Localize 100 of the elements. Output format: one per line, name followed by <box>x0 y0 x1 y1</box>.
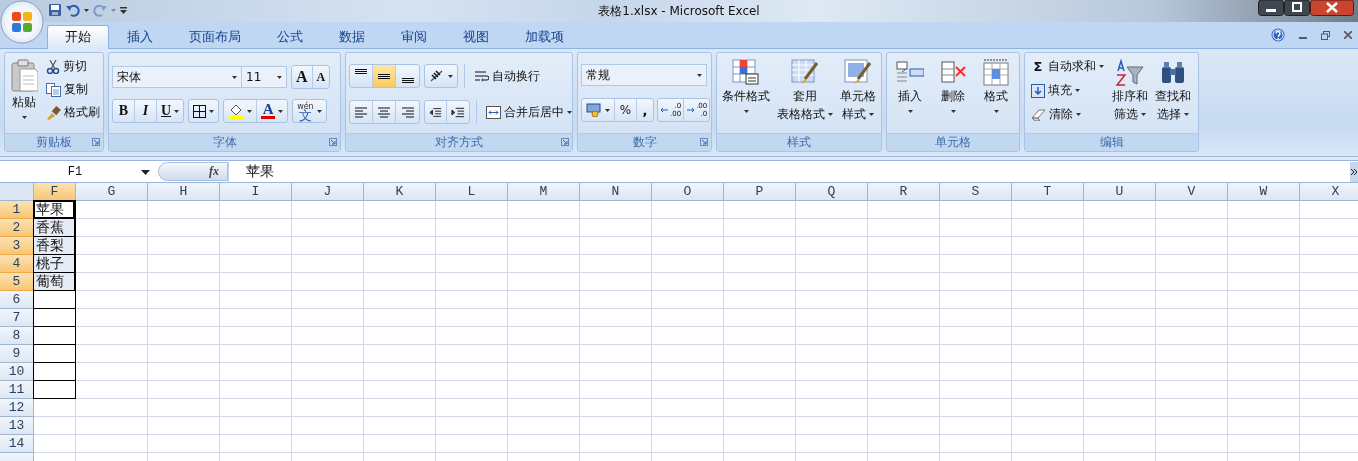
help-icon[interactable] <box>1271 28 1285 42</box>
italic-button[interactable]: I <box>135 100 157 122</box>
row-header[interactable]: 8 <box>0 327 34 345</box>
find-select-button[interactable]: 查找和 选择 <box>1153 56 1193 133</box>
column-header[interactable]: V <box>1156 183 1228 201</box>
cell-styles-button[interactable]: 单元格 样式 <box>838 56 878 133</box>
row-header[interactable]: 4 <box>0 255 34 273</box>
name-box[interactable]: F1 <box>0 161 150 182</box>
sort-filter-button[interactable]: 排序和 筛选 <box>1110 56 1150 133</box>
row-header[interactable]: 6 <box>0 291 34 309</box>
dialog-launcher-icon[interactable] <box>92 138 100 146</box>
format-button[interactable]: 格式 <box>976 56 1016 133</box>
ribbon-tab[interactable]: 插入 <box>109 25 171 48</box>
caret-icon[interactable] <box>743 110 749 113</box>
caret-icon[interactable] <box>828 113 833 116</box>
column-header[interactable]: F <box>34 183 76 201</box>
font-size-field[interactable]: 11 <box>241 66 287 88</box>
caret-icon[interactable] <box>448 74 453 78</box>
row-header[interactable]: 13 <box>0 417 34 435</box>
ribbon-tab[interactable]: 视图 <box>445 25 507 48</box>
table-cell[interactable] <box>33 344 76 363</box>
dialog-launcher-icon[interactable] <box>700 138 708 146</box>
column-header[interactable]: P <box>724 183 796 201</box>
select-all-corner[interactable] <box>0 183 34 201</box>
insert-function-button[interactable]: fx <box>158 162 228 181</box>
column-header[interactable]: S <box>940 183 1012 201</box>
clear-button[interactable]: 清除 <box>1028 104 1107 125</box>
caret-icon[interactable] <box>209 109 215 113</box>
column-header[interactable]: W <box>1228 183 1300 201</box>
row-header[interactable]: 12 <box>0 399 34 417</box>
table-cell[interactable] <box>33 290 76 309</box>
caret-icon[interactable] <box>605 108 610 112</box>
caret-icon[interactable] <box>907 110 913 113</box>
caret-icon[interactable] <box>232 75 237 79</box>
column-header[interactable]: J <box>292 183 364 201</box>
caret-icon[interactable] <box>993 110 999 113</box>
ribbon-tab[interactable]: 开始 <box>47 25 109 49</box>
caret-icon[interactable] <box>697 73 702 77</box>
restore-icon[interactable] <box>1284 0 1310 16</box>
percent-button[interactable]: % <box>615 99 637 121</box>
row-header[interactable]: 10 <box>0 363 34 381</box>
caret-icon[interactable] <box>869 113 874 116</box>
customize-caret-icon[interactable] <box>120 6 127 14</box>
column-header[interactable]: T <box>1012 183 1084 201</box>
cut-button[interactable]: 剪切 <box>43 56 103 77</box>
wrap-text-button[interactable]: 自动换行 <box>471 65 543 87</box>
align-middle-button[interactable] <box>373 65 396 87</box>
shrink-font-button[interactable]: A <box>312 66 330 88</box>
caret-icon[interactable] <box>21 116 27 119</box>
format-painter-button[interactable]: 格式刷 <box>43 102 103 123</box>
caret-icon[interactable] <box>1076 113 1081 116</box>
caret-icon[interactable] <box>316 109 322 113</box>
caret-icon[interactable] <box>174 109 180 113</box>
caret-icon[interactable] <box>1141 113 1146 116</box>
column-header[interactable]: L <box>436 183 508 201</box>
format-as-table-button[interactable]: 套用 表格格式 <box>775 56 835 133</box>
row-header[interactable]: 11 <box>0 381 34 399</box>
row-header[interactable]: 7 <box>0 309 34 327</box>
expand-icon[interactable] <box>1350 161 1358 182</box>
delete-button[interactable]: 删除 <box>933 56 973 133</box>
column-header[interactable]: N <box>580 183 652 201</box>
caret-icon[interactable] <box>84 8 89 12</box>
caret-icon[interactable] <box>247 109 253 113</box>
column-header[interactable]: Q <box>796 183 868 201</box>
save-icon[interactable] <box>48 3 62 17</box>
undo-icon[interactable] <box>66 3 80 17</box>
fill-button[interactable]: 填充 <box>1028 80 1107 101</box>
phonetic-button[interactable]: wén 文 <box>293 100 326 122</box>
row-header[interactable]: 5 <box>0 273 34 291</box>
minimize-icon[interactable] <box>1258 0 1284 16</box>
column-header[interactable]: X <box>1300 183 1358 201</box>
column-header[interactable]: I <box>220 183 292 201</box>
table-cell[interactable] <box>33 380 76 399</box>
row-header[interactable]: 14 <box>0 435 34 453</box>
dialog-launcher-icon[interactable] <box>561 138 569 146</box>
row-header[interactable]: 1 <box>0 201 34 219</box>
paste-button[interactable]: 粘贴 <box>8 56 40 133</box>
caret-icon[interactable] <box>278 109 284 113</box>
underline-button[interactable]: U <box>157 100 184 122</box>
ribbon-tab[interactable]: 加载项 <box>507 25 582 48</box>
table-cell[interactable] <box>33 308 76 327</box>
autosum-button[interactable]: Σ 自动求和 <box>1028 56 1107 77</box>
ribbon-tab[interactable]: 页面布局 <box>171 25 259 48</box>
comma-button[interactable]: , <box>637 99 653 121</box>
caret-icon[interactable] <box>1075 89 1080 92</box>
caret-icon[interactable] <box>1099 65 1104 68</box>
bold-button[interactable]: B <box>113 100 135 122</box>
dialog-launcher-icon[interactable] <box>329 138 337 146</box>
ribbon-tab[interactable]: 审阅 <box>383 25 445 48</box>
table-cell[interactable] <box>33 362 76 381</box>
column-header[interactable]: K <box>364 183 436 201</box>
caret-icon[interactable] <box>950 110 956 113</box>
merge-center-button[interactable]: 合并后居中 <box>483 101 575 123</box>
column-header[interactable]: G <box>76 183 148 201</box>
caret-icon[interactable] <box>141 169 150 175</box>
column-header[interactable]: H <box>148 183 220 201</box>
grow-font-button[interactable]: A <box>292 66 313 88</box>
column-header[interactable]: U <box>1084 183 1156 201</box>
caret-icon[interactable] <box>277 75 282 79</box>
close-icon[interactable] <box>1310 0 1354 16</box>
